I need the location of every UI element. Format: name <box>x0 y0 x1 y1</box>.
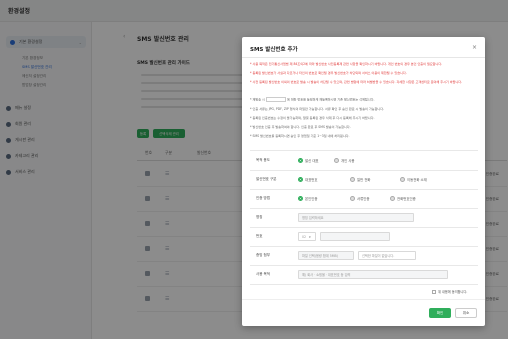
chevron-down-icon: ▾ <box>309 234 311 239</box>
type-radio-mobile[interactable]: 이동전화 소재 <box>400 177 427 182</box>
type-radio-landline[interactable]: 일반 전화 <box>350 177 371 182</box>
radio-label: 이동전화 소재 <box>407 178 427 182</box>
radio-icon <box>298 177 303 182</box>
agree-checkbox[interactable]: 위 내용에 동의합니다. <box>432 289 467 294</box>
purpose-radio-representative[interactable]: 발신 대표 <box>298 158 319 163</box>
auth-radio-phone[interactable]: 전화번호인증 <box>390 196 416 201</box>
file-name-display: 선택한 파일이 없습니다. <box>358 251 416 260</box>
field-label: 발신번호 구분 <box>256 177 277 181</box>
note-text: * SMS 발신번호를 등록하시면 승인 후 영업일 기준 1~3일 내에 처리… <box>250 134 350 138</box>
radio-icon <box>390 196 395 201</box>
checkbox-icon <box>432 289 436 294</box>
cancel-button[interactable]: 취소 <box>455 308 477 318</box>
name-input[interactable]: 명칭 입력하세요 <box>298 213 414 222</box>
field-label: 증빙 첨부 <box>256 253 270 257</box>
phone-prefix-value: 02 <box>302 234 307 239</box>
sms-sender-add-modal: SMS 발신번호 추가 × * 사용 목적은 전기통신사업법 제 84조의2에 … <box>242 37 485 326</box>
radio-icon <box>334 158 339 163</box>
radio-label: 본인인증 <box>305 197 318 201</box>
note-prefix: * 재발송 시 <box>250 97 265 102</box>
divider <box>250 150 478 151</box>
agree-row: 위 내용에 동의합니다. <box>250 285 478 299</box>
divider <box>250 170 478 171</box>
field-label: 사용 목적 <box>256 272 270 276</box>
name-row: 명칭 명칭 입력하세요 <box>250 211 478 225</box>
field-label: 목적 용도 <box>256 158 270 162</box>
phone-row: 번호 02 ▾ <box>250 230 478 244</box>
note-suffix: 에 대한 번호를 동일하게 재등록하시면 기존 발신번호는 삭제됩니다. <box>286 97 375 102</box>
field-label: 인증 방법 <box>256 196 270 200</box>
purpose-radio-personal[interactable]: 개인 사용 <box>334 158 355 163</box>
note-text: * 발신번호 인증 후 발송하여야 합니다. 인증 완료 후 SMS 발송이 가… <box>250 125 351 129</box>
divider <box>250 265 478 266</box>
field-label: 번호 <box>256 234 263 238</box>
modal-footer: 확인 취소 <box>242 299 485 326</box>
note-text: * 인증 서류는 JPG, PDF, ZIP 형식의 파일만 가능합니다. 서류… <box>250 107 385 111</box>
radio-icon <box>400 177 405 182</box>
file-select-button[interactable]: 파일 선택(용량 합계 5MB) <box>298 251 354 260</box>
radio-label: 발신 대표 <box>305 159 319 163</box>
phone-number-input[interactable] <box>320 232 390 241</box>
radio-icon <box>350 196 355 201</box>
agree-label: 위 내용에 동의합니다. <box>438 290 468 294</box>
inline-note-input[interactable] <box>265 97 286 102</box>
warning-text: * 사전 등록된 발신번호 이외의 번호로 발송 시 발송이 차단될 수 있으며… <box>250 80 463 84</box>
divider <box>250 208 478 209</box>
warning-text: * 사용 목적은 전기통신사업법 제 84조의2에 따라 발신번호 사전등록제 … <box>250 62 443 66</box>
close-icon[interactable]: × <box>472 44 477 51</box>
file-row: 증빙 첨부 파일 선택(용량 합계 5MB) 선택한 파일이 없습니다. <box>250 249 478 263</box>
radio-icon <box>350 177 355 182</box>
divider <box>250 227 478 228</box>
radio-label: 전화번호인증 <box>397 197 416 201</box>
warning-text: * 등록된 발신번호가 사실과 다르거나 타인의 번호로 확인될 경우 발신번호… <box>250 71 407 75</box>
field-label: 명칭 <box>256 215 263 219</box>
auth-row: 인증 방법 본인인증 서류인증 전화번호인증 <box>250 192 478 206</box>
auth-radio-document[interactable]: 서류인증 <box>350 196 369 201</box>
modal-title: SMS 발신번호 추가 <box>250 47 298 53</box>
divider <box>242 57 485 58</box>
inline-note: * 재발송 시 에 대한 번호를 동일하게 재등록하시면 기존 발신번호는 삭제… <box>250 97 478 102</box>
divider <box>250 189 478 190</box>
phone-prefix-select[interactable]: 02 ▾ <box>298 232 316 241</box>
confirm-button[interactable]: 확인 <box>429 308 451 318</box>
type-row: 발신번호 구분 대표번호 일반 전화 이동전화 소재 <box>250 173 478 187</box>
reason-input[interactable]: 예) 회사 · 쇼핑몰 · 대표번호 등 입력 <box>298 270 448 279</box>
divider <box>250 246 478 247</box>
radio-icon <box>298 196 303 201</box>
radio-label: 대표번호 <box>305 178 318 182</box>
purpose-row: 목적 용도 발신 대표 개인 사용 <box>250 154 478 168</box>
type-radio-representative[interactable]: 대표번호 <box>298 177 317 182</box>
radio-label: 일반 전화 <box>357 178 371 182</box>
radio-label: 개인 사용 <box>341 159 355 163</box>
radio-label: 서류인증 <box>357 197 370 201</box>
note-text: * 등록된 인증번호는 수정이 불가능하며, 잘못 등록된 경우 삭제 후 다시… <box>250 116 375 120</box>
radio-icon <box>298 158 303 163</box>
reason-row: 사용 목적 예) 회사 · 쇼핑몰 · 대표번호 등 입력 <box>250 268 478 282</box>
auth-radio-self[interactable]: 본인인증 <box>298 196 317 201</box>
